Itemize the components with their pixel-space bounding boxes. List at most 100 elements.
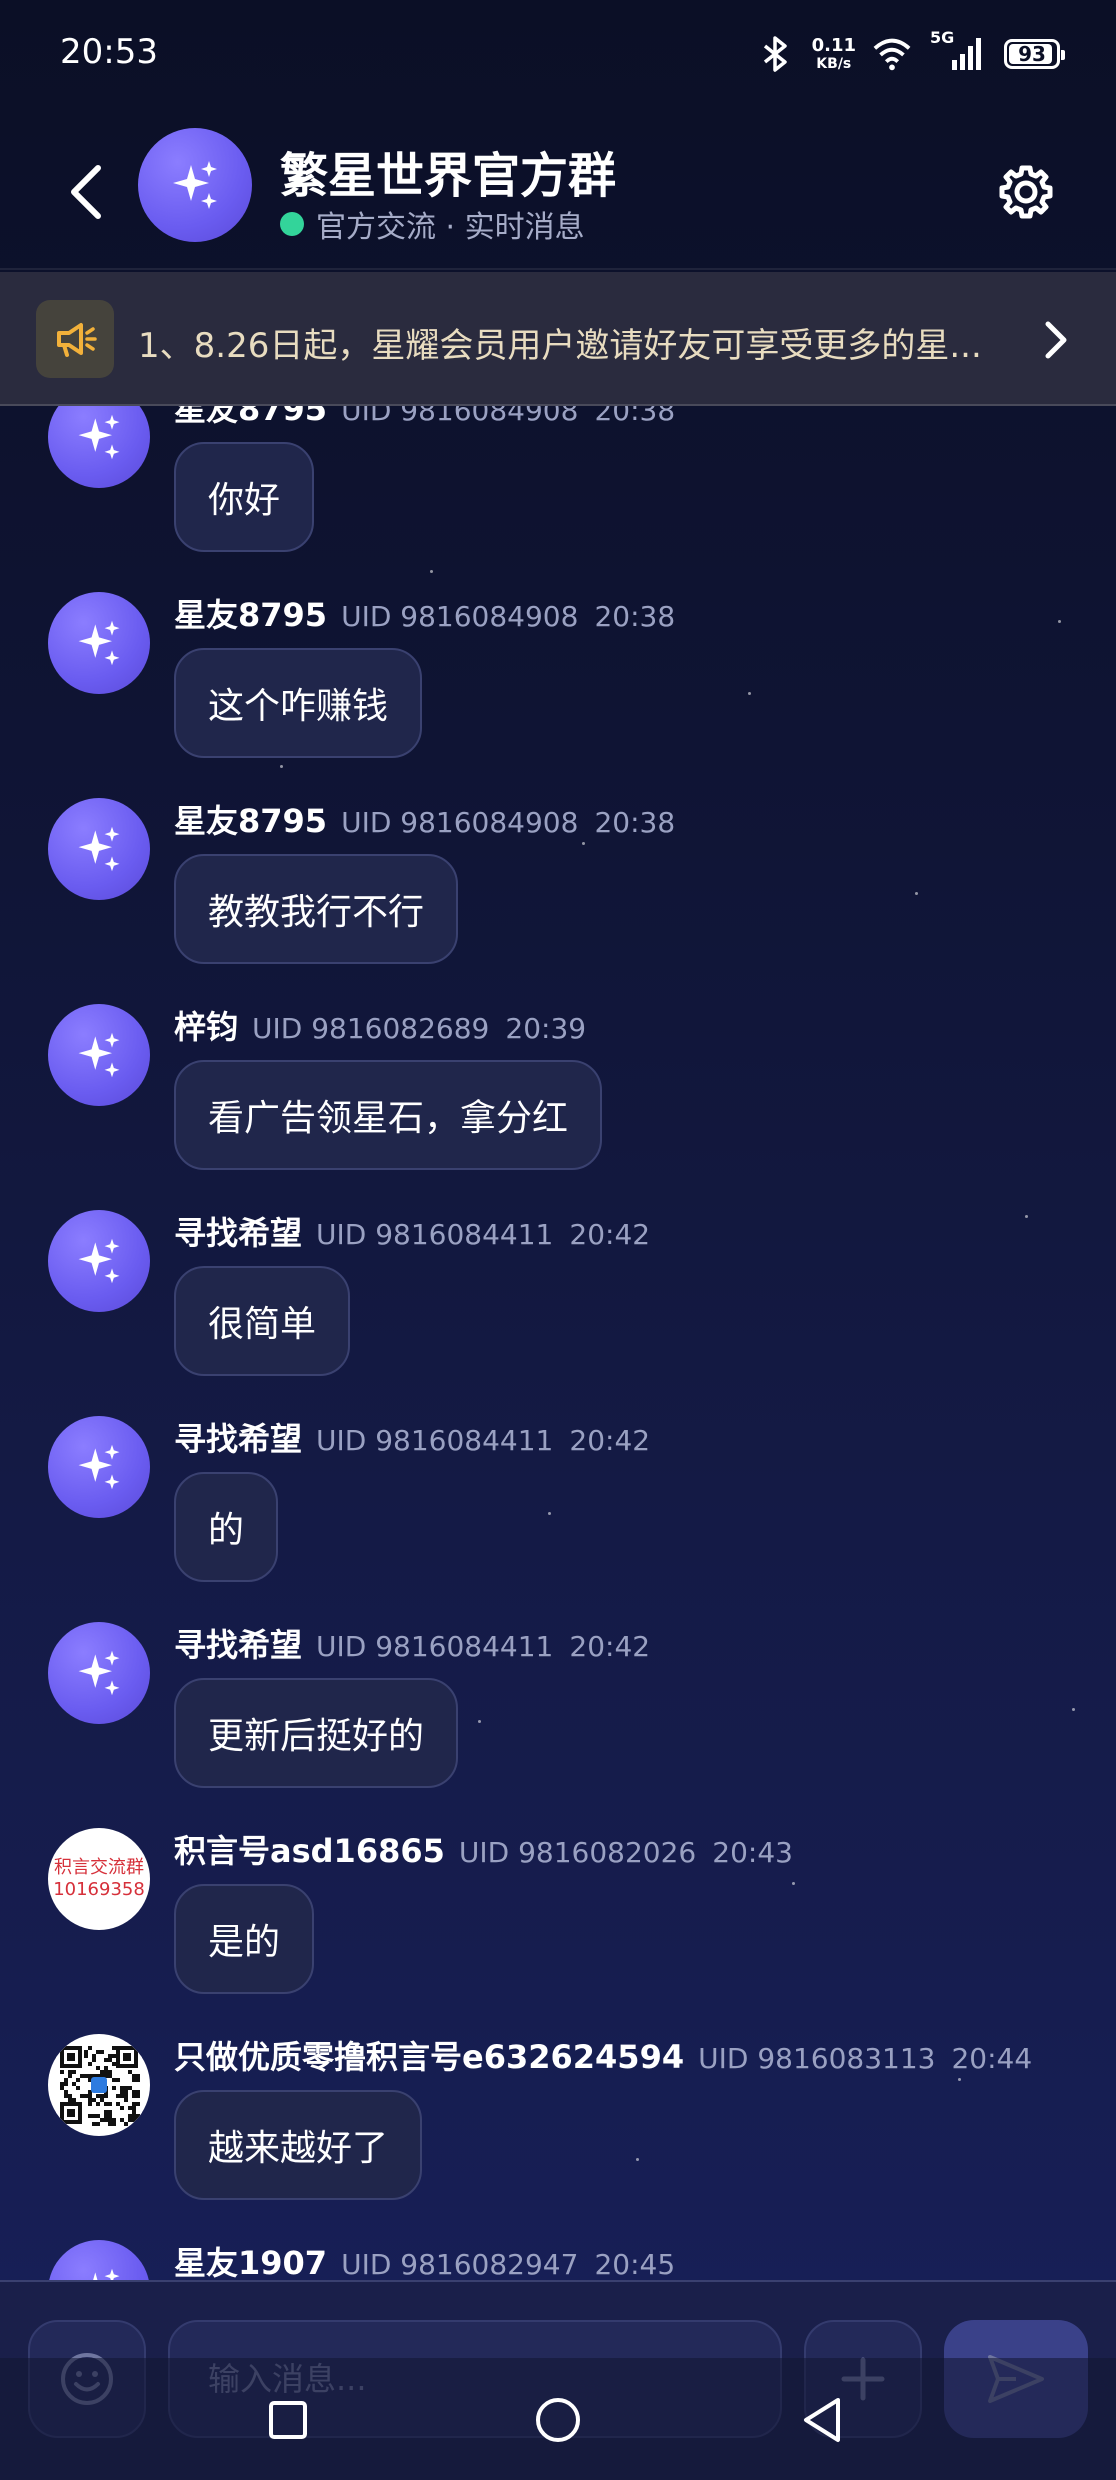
avatar[interactable] bbox=[48, 2240, 150, 2280]
sender-uid: UID 9816083113 bbox=[698, 2042, 936, 2075]
bluetooth-icon bbox=[756, 34, 796, 74]
gear-icon bbox=[999, 165, 1053, 219]
sparkle-icon bbox=[93, 2268, 120, 2280]
message-bubble[interactable]: 是的 bbox=[174, 1884, 315, 1994]
message-row[interactable]: 星友8795 UID 9816084908 20:38 这个咋赚钱 bbox=[0, 590, 1116, 796]
avatar-text-line: 10169358 bbox=[53, 1879, 145, 1900]
sender-name[interactable]: 寻找希望 bbox=[174, 1208, 302, 1254]
message-time: 20:38 bbox=[594, 406, 676, 427]
message-bubble[interactable]: 这个咋赚钱 bbox=[174, 648, 423, 758]
message-meta: 星友8795 UID 9816084908 20:38 bbox=[174, 796, 675, 840]
message-list[interactable]: 星友8795 UID 9816084908 20:38 你好 星友8795 UID 981… bbox=[0, 406, 1116, 2280]
network-speed-value: 0.11 bbox=[811, 35, 856, 56]
chevron-right-icon[interactable] bbox=[1036, 312, 1076, 368]
status-bar: 20:53 0.11 KB/s 5G 93 bbox=[0, 0, 1116, 110]
message-bubble[interactable]: 你好 bbox=[174, 442, 315, 552]
sparkle-icon bbox=[173, 161, 217, 209]
avatar[interactable] bbox=[48, 1416, 150, 1518]
message-time: 20:42 bbox=[569, 1630, 651, 1663]
message-meta: 星友8795 UID 9816084908 20:38 bbox=[174, 590, 675, 634]
message-time: 20:45 bbox=[594, 2248, 676, 2280]
settings-button[interactable] bbox=[986, 152, 1066, 232]
sender-uid: UID 9816082689 bbox=[252, 1012, 490, 1045]
group-subtitle: 官方交流 · 实时消息 bbox=[280, 202, 585, 246]
message-row[interactable]: 星友1907 UID 9816082947 20:45 bbox=[0, 2238, 1116, 2280]
sender-name[interactable]: 寻找希望 bbox=[174, 1620, 302, 1666]
sparkle-icon bbox=[78, 826, 120, 872]
message-time: 20:38 bbox=[594, 806, 676, 839]
sender-name[interactable]: 梓钧 bbox=[174, 1002, 238, 1048]
qr-code-icon bbox=[56, 2042, 142, 2128]
network-speed-unit: KB/s bbox=[816, 56, 852, 72]
message-bubble[interactable]: 很简单 bbox=[174, 1266, 351, 1376]
avatar[interactable] bbox=[48, 1004, 150, 1106]
status-icons: 0.11 KB/s 5G 93 bbox=[756, 28, 1065, 78]
sender-uid: UID 9816084411 bbox=[316, 1218, 554, 1251]
chat-header: 繁星世界官方群 官方交流 · 实时消息 bbox=[0, 110, 1116, 270]
message-bubble[interactable]: 更新后挺好的 bbox=[174, 1678, 459, 1788]
group-avatar[interactable] bbox=[138, 128, 252, 242]
message-row[interactable]: 星友8795 UID 9816084908 20:38 教教我行不行 bbox=[0, 796, 1116, 1002]
home-icon[interactable] bbox=[526, 2388, 590, 2452]
message-bubble[interactable]: 看广告领星石，拿分红 bbox=[174, 1060, 603, 1170]
recents-icon[interactable] bbox=[256, 2388, 320, 2452]
message-meta: 积言号asd16865 UID 9816082026 20:43 bbox=[174, 1826, 793, 1870]
avatar[interactable] bbox=[48, 1622, 150, 1724]
sender-name[interactable]: 星友8795 bbox=[174, 406, 327, 430]
message-time: 20:42 bbox=[569, 1218, 651, 1251]
avatar[interactable] bbox=[48, 798, 150, 900]
message-meta: 星友1907 UID 9816082947 20:45 bbox=[174, 2238, 675, 2280]
message-meta: 寻找希望 UID 9816084411 20:42 bbox=[174, 1414, 650, 1458]
sender-name[interactable]: 星友8795 bbox=[174, 590, 327, 636]
group-subtitle-text: 官方交流 · 实时消息 bbox=[316, 210, 585, 245]
sparkle-icon bbox=[78, 1650, 120, 1696]
sender-name[interactable]: 积言号asd16865 bbox=[174, 1826, 445, 1872]
back-arrow-icon bbox=[71, 165, 101, 219]
message-row[interactable]: 寻找希望 UID 9816084411 20:42 更新后挺好的 bbox=[0, 1620, 1116, 1826]
sender-name[interactable]: 寻找希望 bbox=[174, 1414, 302, 1460]
avatar[interactable] bbox=[48, 592, 150, 694]
message-time: 20:42 bbox=[569, 1424, 651, 1457]
wifi-icon bbox=[872, 34, 912, 74]
message-meta: 只做优质零撸积言号e632624594 UID 9816083113 20:44 bbox=[174, 2032, 1032, 2076]
message-time: 20:39 bbox=[505, 1012, 587, 1045]
avatar[interactable]: 积言交流群 10169358 bbox=[48, 1828, 150, 1930]
message-meta: 寻找希望 UID 9816084411 20:42 bbox=[174, 1208, 650, 1252]
sender-uid: UID 9816082026 bbox=[458, 1836, 697, 1869]
message-time: 20:38 bbox=[594, 600, 676, 633]
sender-uid: UID 9816084908 bbox=[341, 600, 579, 633]
status-time: 20:53 bbox=[60, 32, 158, 72]
system-navigation-bar bbox=[0, 2358, 1116, 2480]
sender-uid: UID 9816082947 bbox=[341, 2248, 579, 2280]
avatar[interactable] bbox=[48, 2034, 150, 2136]
message-bubble[interactable]: 教教我行不行 bbox=[174, 854, 459, 964]
online-status-dot bbox=[280, 212, 304, 236]
announcement-bar[interactable]: 1、8.26日起，星耀会员用户邀请好友可享受更多的星... bbox=[0, 272, 1116, 406]
message-meta: 星友8795 UID 9816084908 20:38 bbox=[174, 406, 675, 428]
sender-uid: UID 9816084411 bbox=[316, 1424, 554, 1457]
avatar[interactable] bbox=[48, 1210, 150, 1312]
sender-uid: UID 9816084411 bbox=[316, 1630, 554, 1663]
message-row[interactable]: 积言交流群 10169358 积言号asd16865 UID 9816082026 20… bbox=[0, 1826, 1116, 2032]
message-time: 20:44 bbox=[951, 2042, 1033, 2075]
back-icon[interactable] bbox=[790, 2388, 854, 2452]
message-row[interactable]: 寻找希望 UID 9816084411 20:42 的 bbox=[0, 1414, 1116, 1620]
avatar[interactable] bbox=[48, 406, 150, 488]
battery-level: 93 bbox=[1018, 42, 1046, 66]
message-bubble[interactable]: 越来越好了 bbox=[174, 2090, 423, 2200]
sender-name[interactable]: 只做优质零撸积言号e632624594 bbox=[174, 2032, 684, 2078]
network-type: 5G bbox=[930, 28, 955, 47]
message-row[interactable]: 只做优质零撸积言号e632624594 UID 9816083113 20:44 越来… bbox=[0, 2032, 1116, 2238]
sender-name[interactable]: 星友1907 bbox=[174, 2238, 327, 2280]
back-button[interactable] bbox=[56, 154, 116, 230]
message-bubble[interactable]: 的 bbox=[174, 1472, 279, 1582]
message-row[interactable]: 星友8795 UID 9816084908 20:38 你好 bbox=[0, 406, 1116, 590]
message-row[interactable]: 寻找希望 UID 9816084411 20:42 很简单 bbox=[0, 1208, 1116, 1414]
message-row[interactable]: 梓钧 UID 9816082689 20:39 看广告领星石，拿分红 bbox=[0, 1002, 1116, 1208]
sparkle-icon bbox=[78, 1444, 120, 1490]
sparkle-icon bbox=[78, 1032, 120, 1078]
sender-uid: UID 9816084908 bbox=[341, 806, 579, 839]
sender-name[interactable]: 星友8795 bbox=[174, 796, 327, 842]
megaphone-icon bbox=[36, 300, 114, 378]
message-meta: 梓钧 UID 9816082689 20:39 bbox=[174, 1002, 586, 1046]
